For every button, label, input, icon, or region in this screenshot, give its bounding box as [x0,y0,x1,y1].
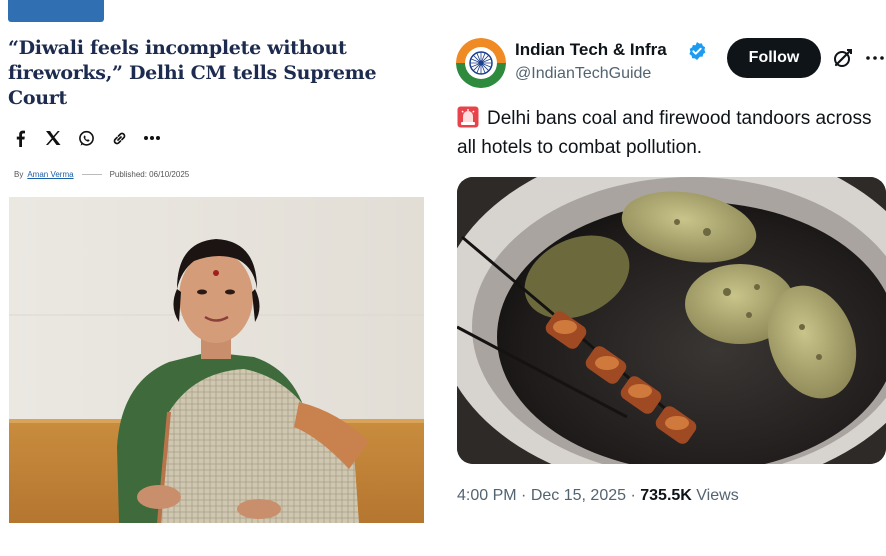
article-photo [9,197,424,523]
more-icon[interactable] [142,128,162,148]
published-date: Published: 06/10/2025 [109,170,190,179]
views-count: 735.5K [640,487,692,504]
section-tag[interactable] [8,0,104,22]
tweet-meta: 4:00 PM · Dec 15, 2025 · 735.5K Views [457,487,739,505]
user-handle[interactable]: @IndianTechGuide [515,65,651,83]
whatsapp-icon[interactable] [76,128,96,148]
meta-separator: · [630,487,636,504]
tweet-image[interactable] [457,177,886,464]
views-label: Views [696,487,739,504]
tweet-body: Delhi bans coal and firewood tandoors ac… [457,108,872,158]
meta-separator: · [521,487,527,504]
author-link[interactable]: Aman Verma [27,170,73,179]
byline: By Aman Verma Published: 06/10/2025 [14,170,189,179]
byline-prefix: By [14,170,24,179]
tweet-text: Delhi bans coal and firewood tandoors ac… [457,104,882,162]
facebook-icon[interactable] [10,128,30,148]
tweet-date[interactable]: Dec 15, 2025 [531,487,626,504]
siren-icon [457,106,479,128]
tweet-time[interactable]: 4:00 PM [457,487,517,504]
share-bar [10,127,162,149]
tweet-card: Indian Tech & Infra @IndianTechGuide Fol… [452,0,886,556]
article-headline: “Diwali feels incomplete without firewor… [8,37,377,109]
verified-badge-icon [687,41,707,61]
more-options-icon[interactable] [864,47,886,69]
grok-icon[interactable] [832,47,854,69]
x-icon[interactable] [43,128,63,148]
display-name[interactable]: Indian Tech & Infra [515,40,667,60]
byline-divider [81,174,102,175]
avatar[interactable] [456,38,506,88]
news-article: “Diwali feels incomplete without firewor… [0,0,430,556]
link-icon[interactable] [109,128,129,148]
follow-button[interactable]: Follow [727,38,821,78]
